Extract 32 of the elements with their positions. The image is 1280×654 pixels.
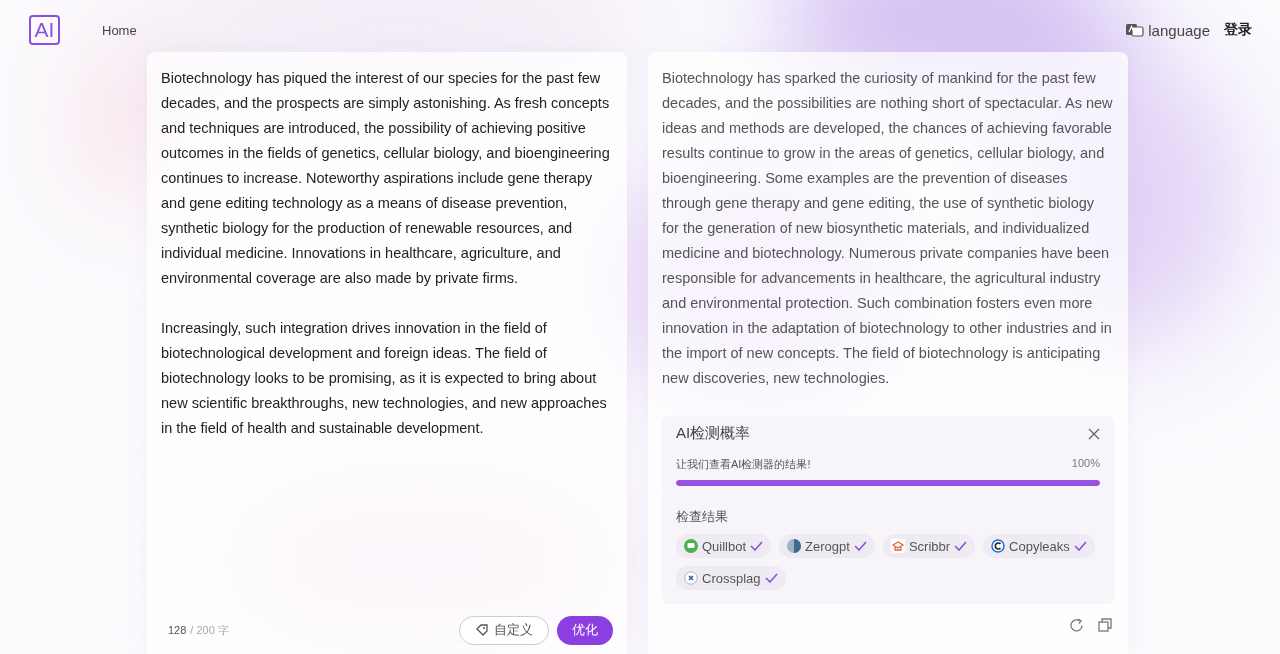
circle-icon <box>787 539 802 553</box>
refresh-button[interactable] <box>1069 618 1084 633</box>
refresh-icon <box>1069 618 1084 633</box>
detector-name: Zerogpt <box>805 538 850 554</box>
copy-icon <box>1098 618 1112 632</box>
robot-icon <box>684 539 698 553</box>
card-subtitle: 让我们查看AI检测器的结果! <box>676 457 811 472</box>
cap-icon <box>890 539 905 553</box>
login-link[interactable]: 登录 <box>1224 21 1252 39</box>
char-count: 128 <box>168 624 187 636</box>
paragraph: Increasingly, such integration drives innovation in the field of biotechnological development and foreign ideas. The field of biotechnology looks to be promising, as it is expected to bring about new scientific breakthroughs, new technologies, and new approaches in the field of health and sustainable development. <box>161 319 608 438</box>
copy-button[interactable] <box>1098 618 1112 633</box>
detector-name: Quillbot <box>702 538 747 554</box>
char-limit: / 200 字 <box>190 622 229 638</box>
detector-name: Crossplag <box>702 570 761 586</box>
language-button[interactable]: language <box>1126 21 1210 39</box>
progress-reading: 100% <box>1071 457 1100 471</box>
results-title: 检查结果 <box>676 508 729 526</box>
custom-button[interactable]: 自定义 <box>459 615 549 645</box>
card-title: AI检测概率 <box>676 424 751 443</box>
paragraph: Biotechnology has sparked the curiosity of mankind for the past few decades, and the possibilities are nothing short of spectacular. As new ideas and methods are developed, the chances of achieving favorable results continue to grow in the areas of genetics, cellular biology, and bioengineering. Some examples are the prevention of diseases through gene therapy and gene editing, the use of synthetic biology for the generation of new biosynthetic materials, and individualized medicine and biotechnology. Numerous private companies have been responsible for advancements in healthcare, the agricultural industry and environmental protection. Such combination fosters even more innovation in the adaptation of biotechnology to other industries and in the import of new concepts. The field of biotechnology is anticipating new discoveries, new technologies. <box>662 69 1114 388</box>
detector-name: Scribbr <box>908 538 951 554</box>
logo[interactable]: AI <box>29 15 60 45</box>
close-icon <box>1088 427 1100 440</box>
paragraph: Biotechnology has piqued the interest of our species for the past few decades, and the prospects are simply astonishing. As fresh concepts and techniques are introduced, the possibility of achieving positive outcomes in the fields of genetics, cellular biology, and bioengineering continues to increase. Noteworthy aspirations include gene therapy and gene editing technology as a means of disease prevention, synthetic biology for the production of renewable resources, and individual medicine. Innovations in healthcare, agriculture, and environmental coverage are also made by private firms. <box>161 69 611 288</box>
tag-icon <box>475 623 489 637</box>
optimize-button[interactable]: 优化 <box>557 615 613 645</box>
close-button[interactable] <box>1088 427 1100 440</box>
nav-link[interactable]: Home <box>102 22 137 38</box>
letter-c-icon <box>991 539 1006 553</box>
detector-name: Copyleaks <box>1009 538 1070 554</box>
translate-icon <box>1126 23 1145 37</box>
